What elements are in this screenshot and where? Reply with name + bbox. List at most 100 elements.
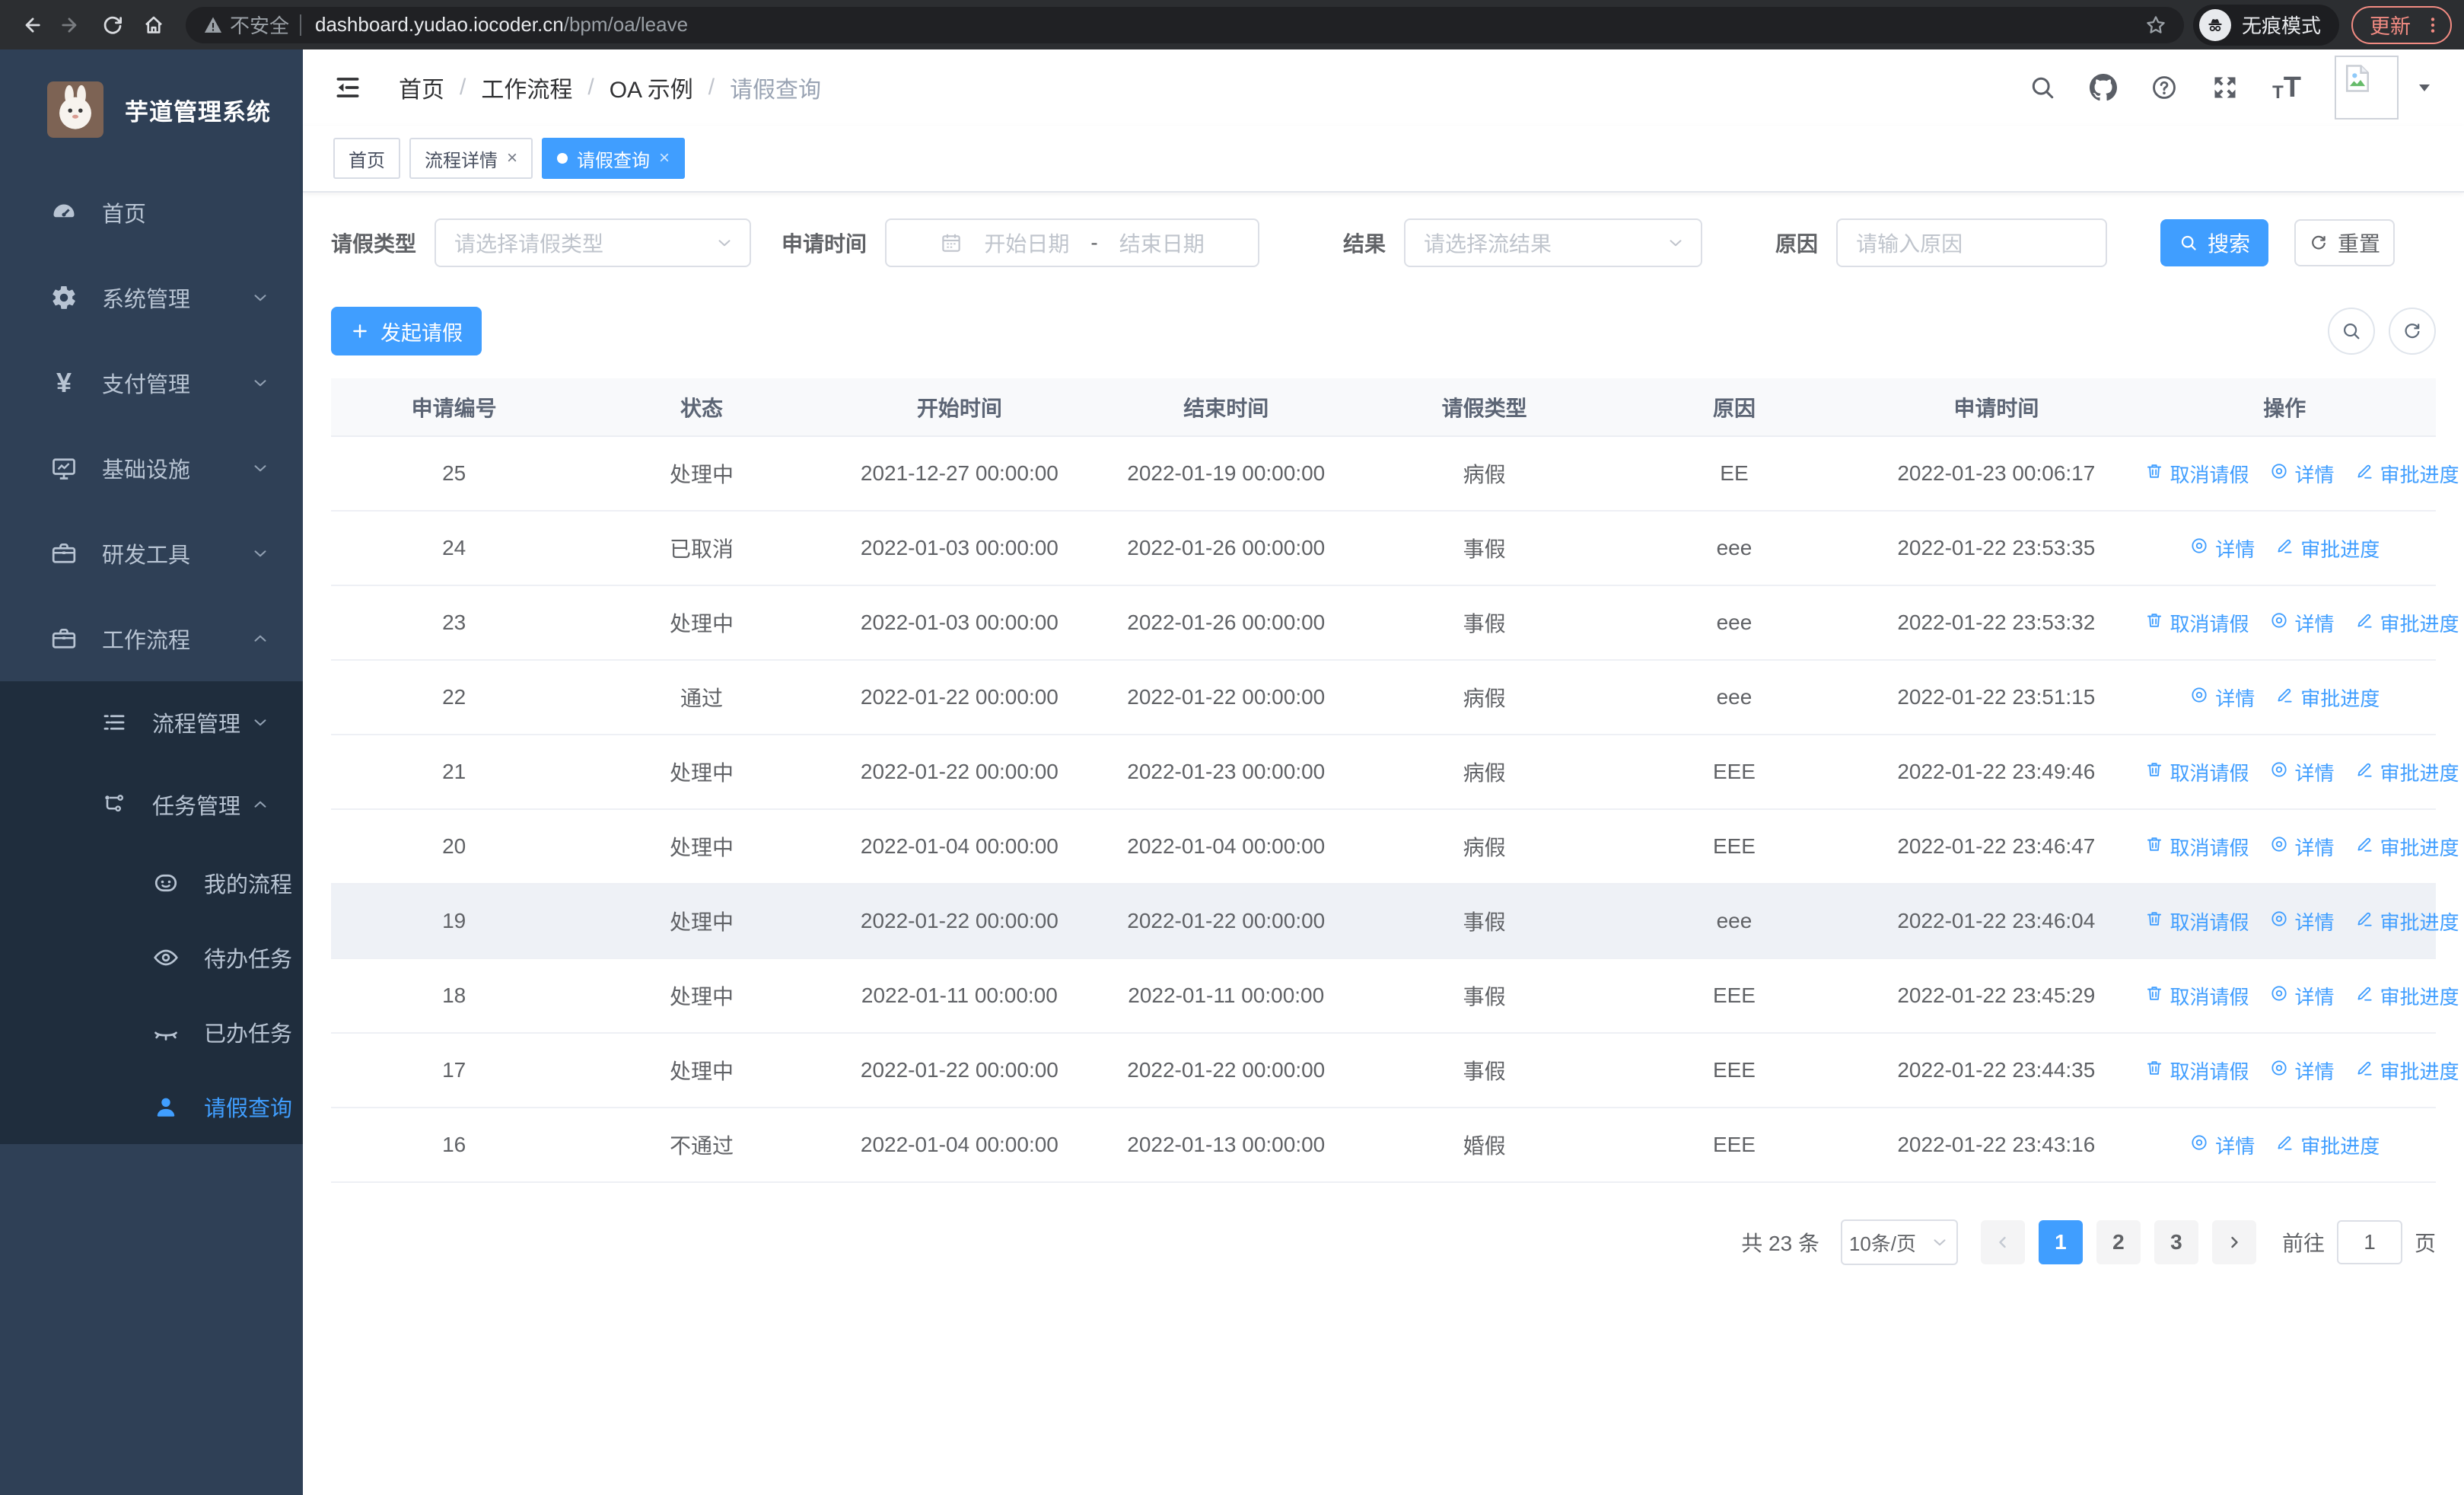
cell-id: 23 — [331, 585, 578, 661]
cell-type: 病假 — [1359, 660, 1609, 735]
action-detail-link[interactable]: 详情 — [2269, 1057, 2335, 1085]
page-button-3[interactable]: 3 — [2154, 1220, 2198, 1264]
cell-status: 处理中 — [577, 958, 826, 1034]
reason-input[interactable]: 请输入原因 — [1836, 218, 2108, 267]
tab-home[interactable]: 首页 — [333, 138, 400, 179]
sidebar-item-payment[interactable]: ¥ 支付管理 — [0, 340, 303, 426]
prev-page-button[interactable] — [1980, 1220, 2025, 1264]
action-detail-link[interactable]: 详情 — [2189, 1131, 2255, 1159]
action-cancel-link[interactable]: 取消请假 — [2144, 907, 2249, 936]
edit-icon — [2354, 610, 2374, 636]
sidebar-item-todo-tasks[interactable]: 待办任务 — [0, 920, 303, 995]
result-select[interactable]: 请选择流结果 — [1404, 218, 1703, 267]
action-detail-link[interactable]: 详情 — [2269, 460, 2335, 488]
action-progress-link[interactable]: 审批进度 — [2354, 758, 2459, 786]
sidebar-item-system[interactable]: 系统管理 — [0, 255, 303, 340]
reset-button[interactable]: 重置 — [2294, 219, 2396, 266]
leave-type-select[interactable]: 请选择请假类型 — [435, 218, 752, 267]
search-icon[interactable] — [2029, 74, 2056, 101]
action-cancel-link[interactable]: 取消请假 — [2144, 758, 2249, 786]
action-cancel-link[interactable]: 取消请假 — [2144, 982, 2249, 1010]
close-icon[interactable]: × — [659, 149, 670, 167]
action-detail-link[interactable]: 详情 — [2189, 534, 2255, 563]
action-progress-link[interactable]: 审批进度 — [2275, 1131, 2380, 1159]
action-progress-link[interactable]: 审批进度 — [2275, 684, 2380, 712]
back-icon[interactable] — [12, 7, 49, 43]
action-cancel-link[interactable]: 取消请假 — [2144, 609, 2249, 637]
search-button[interactable]: 搜索 — [2160, 219, 2269, 266]
refresh-table-button[interactable] — [2389, 308, 2436, 355]
action-progress-link[interactable]: 审批进度 — [2354, 460, 2459, 488]
update-button[interactable]: 更新 — [2351, 5, 2452, 44]
reload-icon[interactable] — [94, 7, 131, 43]
sidebar-item-infrastructure[interactable]: 基础设施 — [0, 426, 303, 511]
action-detail-link[interactable]: 详情 — [2269, 609, 2335, 637]
action-cancel-link[interactable]: 取消请假 — [2144, 460, 2249, 488]
sidebar-item-done-tasks[interactable]: 已办任务 — [0, 995, 303, 1069]
page-button-2[interactable]: 2 — [2096, 1220, 2141, 1264]
robot-icon — [151, 869, 181, 897]
avatar[interactable] — [2335, 56, 2399, 120]
action-progress-link[interactable]: 审批进度 — [2354, 907, 2459, 936]
action-detail-link[interactable]: 详情 — [2269, 758, 2335, 786]
sidebar-item-leave-query[interactable]: 请假查询 — [0, 1069, 303, 1144]
action-label: 详情 — [2215, 1134, 2255, 1158]
action-detail-link[interactable]: 详情 — [2269, 833, 2335, 861]
create-leave-button[interactable]: 发起请假 — [331, 307, 482, 355]
app-logo[interactable]: 芋道管理系统 — [0, 49, 303, 170]
github-icon[interactable] — [2090, 74, 2118, 101]
next-page-button[interactable] — [2211, 1220, 2256, 1264]
cell-apply_time: 2022-01-22 23:53:32 — [1859, 585, 2134, 661]
fullscreen-icon[interactable] — [2211, 74, 2239, 101]
topbar: 首页 / 工作流程 / OA 示例 / 请假查询 TT — [303, 49, 2464, 126]
action-cancel-link[interactable]: 取消请假 — [2144, 833, 2249, 861]
breadcrumb-item-home[interactable]: 首页 — [399, 71, 444, 104]
avatar-caret-icon[interactable] — [2415, 78, 2434, 97]
action-progress-link[interactable]: 审批进度 — [2275, 534, 2380, 563]
action-progress-link[interactable]: 审批进度 — [2354, 982, 2459, 1010]
font-size-icon[interactable]: TT — [2272, 73, 2301, 102]
sidebar-item-home[interactable]: 首页 — [0, 170, 303, 255]
sidebar-item-workflow[interactable]: 工作流程 — [0, 596, 303, 681]
action-label: 详情 — [2294, 612, 2335, 636]
help-icon[interactable] — [2150, 74, 2178, 101]
breadcrumb-item-oa-example[interactable]: OA 示例 — [610, 71, 693, 104]
apply-time-range-picker[interactable]: 开始日期 - 结束日期 — [885, 218, 1260, 267]
goto-page-input[interactable]: 1 — [2336, 1220, 2402, 1264]
cell-end: 2022-01-13 00:00:00 — [1093, 1108, 1360, 1183]
column-header-7: 操作 — [2133, 378, 2436, 437]
address-bar[interactable]: 不安全 dashboard.yudao.iocoder.cn/bpm/oa/le… — [186, 6, 2184, 43]
chevron-down-icon — [245, 712, 275, 732]
sidebar-item-dev-tools[interactable]: 研发工具 — [0, 511, 303, 596]
tab-label: 首页 — [349, 150, 385, 171]
action-progress-link[interactable]: 审批进度 — [2354, 833, 2459, 861]
action-detail-link[interactable]: 详情 — [2269, 907, 2335, 936]
sidebar-toggle-icon[interactable] — [333, 73, 362, 102]
incognito-label: 无痕模式 — [2241, 14, 2321, 37]
edit-icon — [2354, 909, 2374, 934]
page-button-1[interactable]: 1 — [2038, 1220, 2083, 1264]
breadcrumb-item-leave-query: 请假查询 — [730, 78, 822, 103]
bookmark-star-icon[interactable] — [2144, 14, 2167, 37]
action-progress-link[interactable]: 审批进度 — [2354, 1057, 2459, 1085]
tab-leave-query[interactable]: 请假查询 × — [542, 138, 686, 179]
tab-process-detail[interactable]: 流程详情 × — [409, 138, 533, 179]
action-cancel-link[interactable]: 取消请假 — [2144, 1057, 2249, 1085]
close-icon[interactable]: × — [507, 149, 517, 167]
home-icon[interactable] — [135, 7, 172, 43]
forward-icon[interactable] — [53, 7, 90, 43]
pagination-goto: 前往 1 页 — [2282, 1220, 2436, 1264]
sidebar-item-my-process[interactable]: 我的流程 — [0, 846, 303, 920]
sidebar-item-task-mgmt[interactable]: 任务管理 — [0, 763, 303, 846]
sidebar-item-process-mgmt[interactable]: 流程管理 — [0, 681, 303, 763]
toggle-search-button[interactable] — [2328, 308, 2375, 355]
cell-start: 2022-01-11 00:00:00 — [826, 958, 1094, 1034]
breadcrumb-item-workflow[interactable]: 工作流程 — [481, 71, 572, 104]
page-size-select[interactable]: 10条/页 — [1840, 1219, 1958, 1265]
action-progress-link[interactable]: 审批进度 — [2354, 609, 2459, 637]
cell-id: 19 — [331, 884, 578, 959]
browser-menu-icon[interactable] — [2423, 15, 2443, 35]
action-detail-link[interactable]: 详情 — [2269, 982, 2335, 1010]
cell-status: 通过 — [577, 660, 826, 735]
action-detail-link[interactable]: 详情 — [2189, 684, 2255, 712]
